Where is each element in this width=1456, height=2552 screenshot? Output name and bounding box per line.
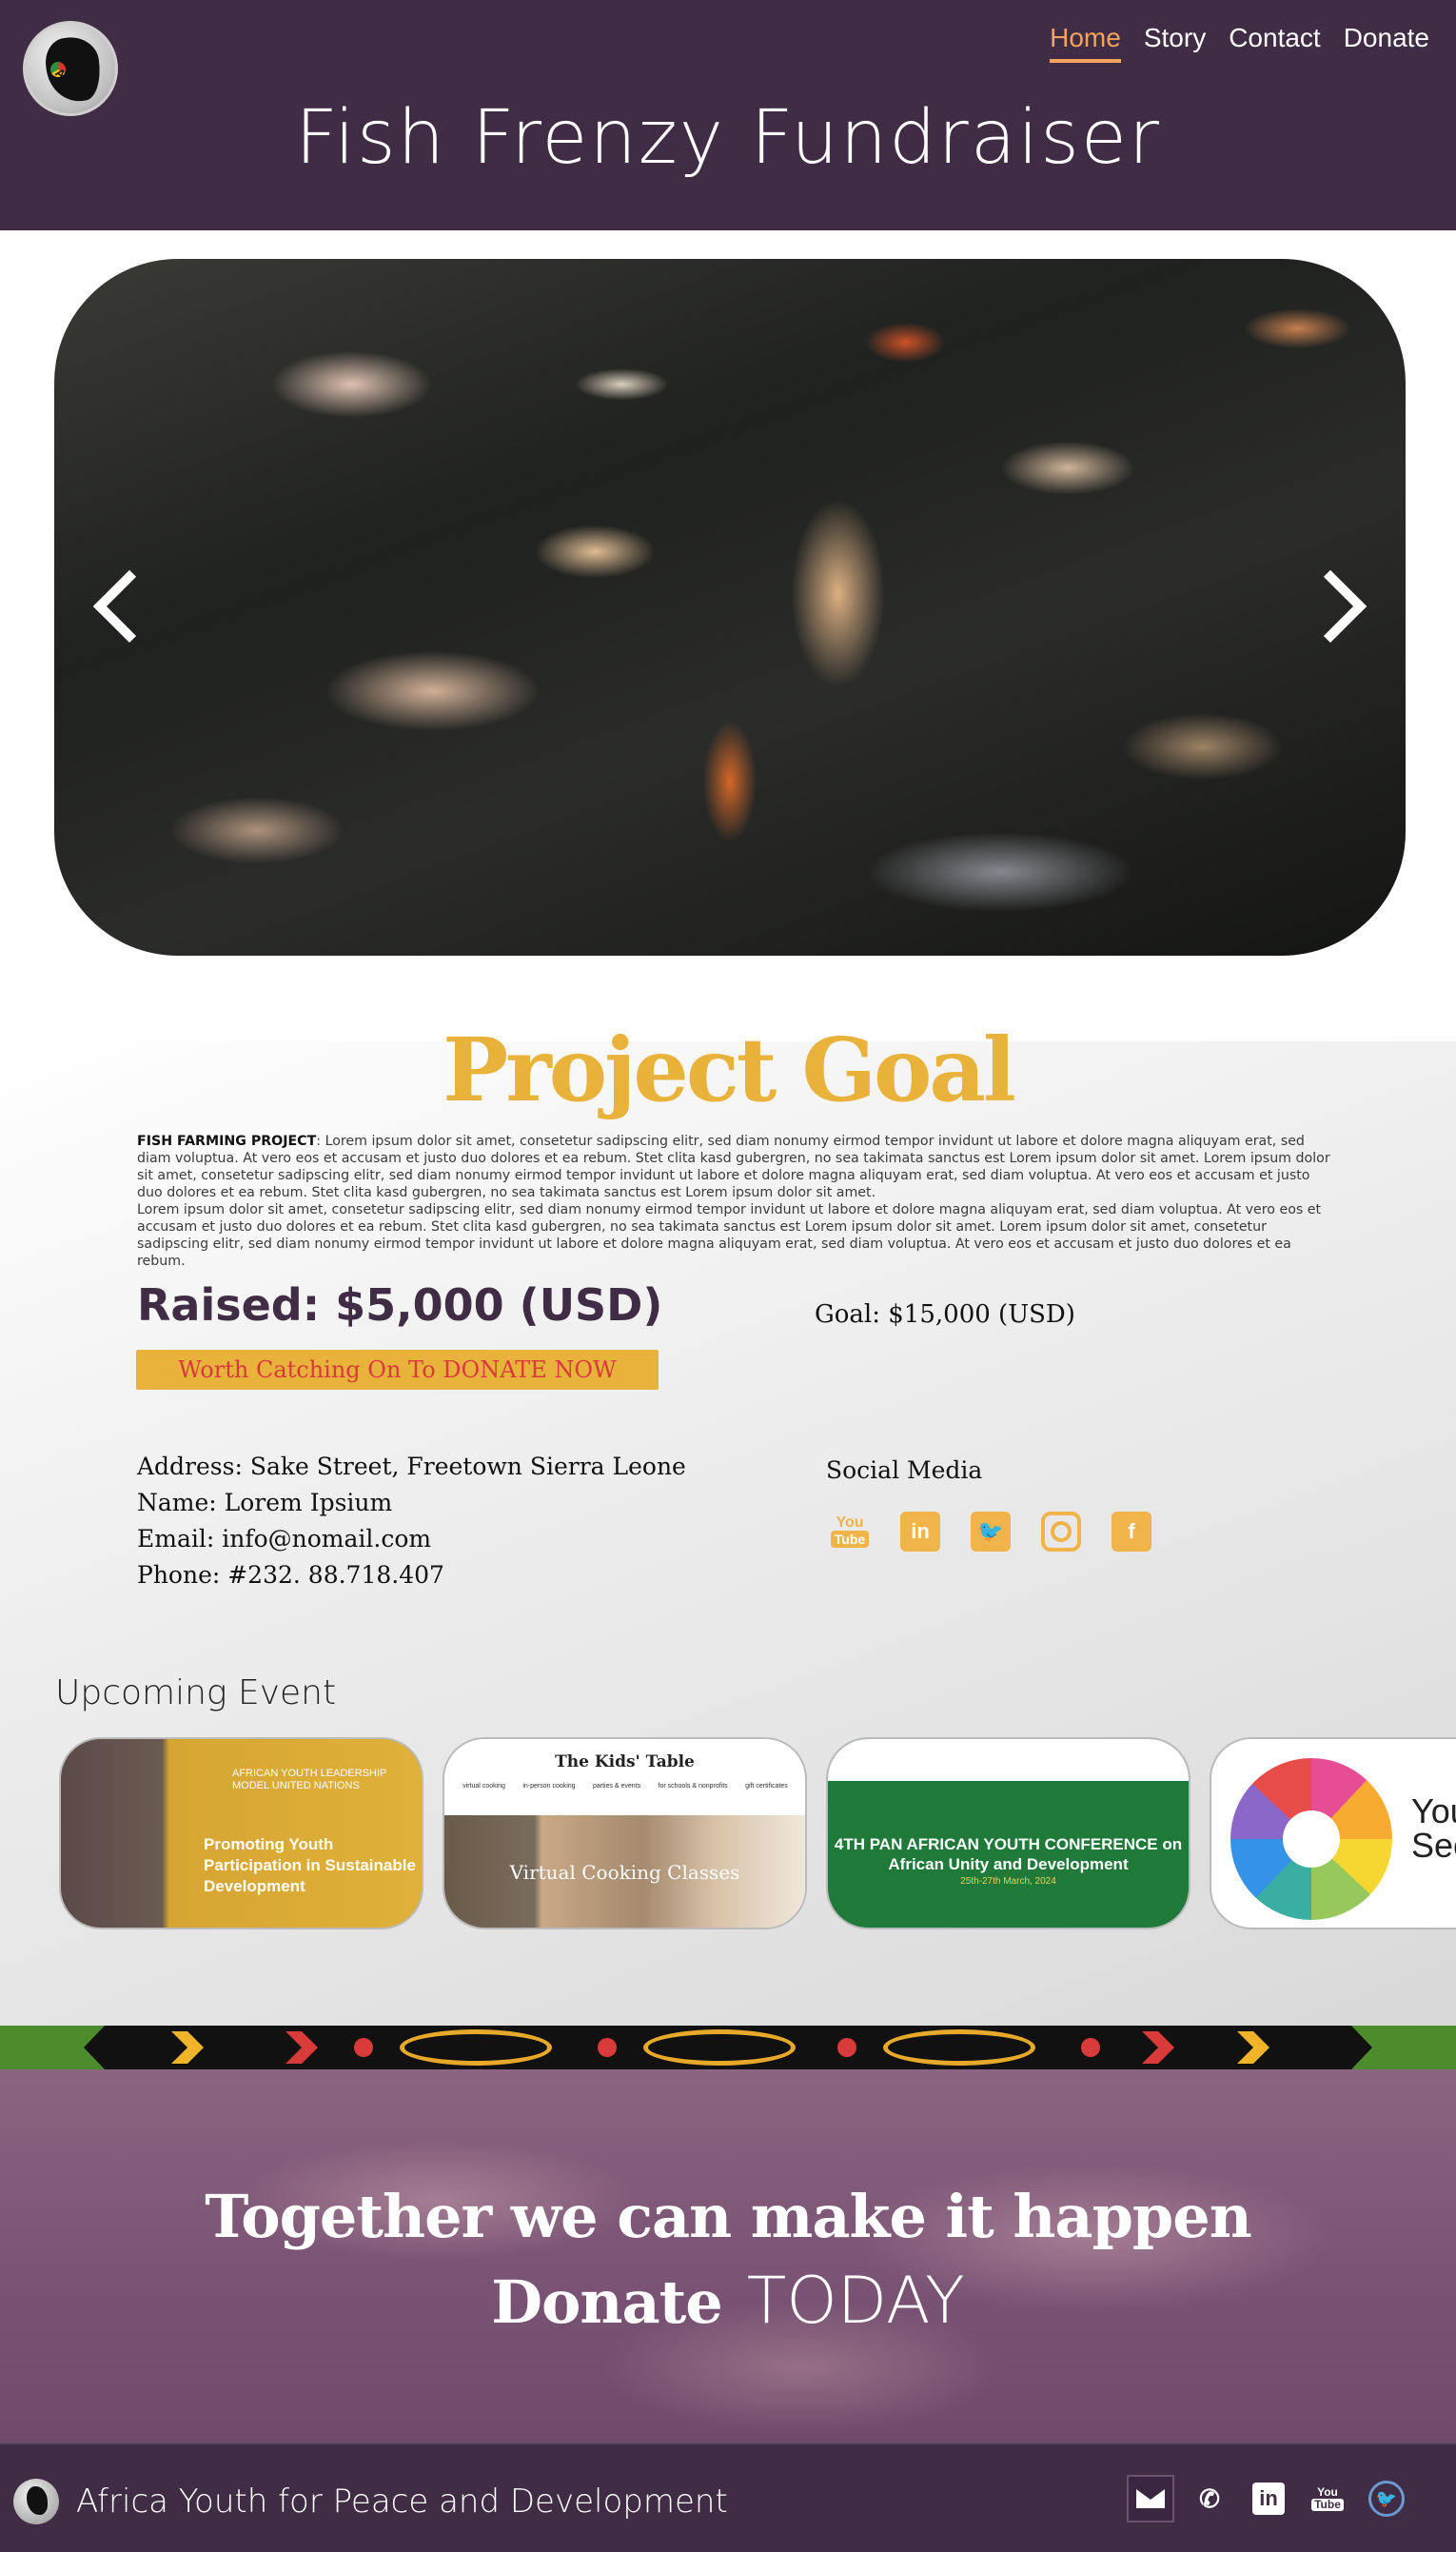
- event-card-header: AFRICAN YOUTH LEADERSHIP MODEL UNITED NA…: [232, 1768, 387, 1791]
- nav-contact[interactable]: Contact: [1229, 23, 1321, 63]
- hero-carousel: [54, 259, 1406, 956]
- band-chevron: [285, 2031, 318, 2064]
- event-menu-item: gift certificates: [745, 1783, 788, 1790]
- youtube-icon-bottom: Tube: [1311, 2499, 1344, 2511]
- youtube-icon[interactable]: You Tube: [830, 1512, 870, 1552]
- event-menu-item: parties & events: [592, 1783, 641, 1790]
- main-nav: Home Story Contact Donate: [1050, 23, 1429, 63]
- hands-circle-logo: [1230, 1758, 1392, 1920]
- cta-today: TODAY: [746, 2264, 965, 2339]
- footer-icons: ✆ in You Tube 🐦: [1127, 2475, 1410, 2522]
- band-chevron: [171, 2031, 204, 2064]
- site-footer: Africa Youth for Peace and Development ✆…: [0, 2443, 1456, 2552]
- contact-phone[interactable]: Phone: #232. 88.718.407: [137, 1557, 686, 1593]
- band-wave: [643, 2029, 796, 2066]
- band-green-right: [1351, 2026, 1456, 2069]
- linkedin-icon[interactable]: in: [900, 1512, 940, 1552]
- nav-donate[interactable]: Donate: [1344, 23, 1429, 63]
- event-card-caption: Promoting Youth Participation in Sustain…: [204, 1835, 416, 1895]
- band-chevron: [1142, 2031, 1174, 2064]
- footer-logo[interactable]: [13, 2479, 59, 2524]
- mail-icon[interactable]: [1127, 2475, 1174, 2522]
- event-card-date: 25th-27th March, 2024: [960, 1876, 1056, 1887]
- events-carousel: AFRICAN YOUTH LEADERSHIP MODEL UNITED NA…: [59, 1737, 1456, 1929]
- band-dot: [1081, 2038, 1100, 2057]
- mail-glyph: [1136, 2489, 1165, 2508]
- donate-cta-section: [0, 2069, 1456, 2443]
- twitter-glyph: 🐦: [1368, 2481, 1405, 2517]
- twitter-icon[interactable]: 🐦: [971, 1512, 1011, 1552]
- contact-name: Name: Lorem Ipsium: [137, 1489, 393, 1516]
- upcoming-event-heading: Upcoming Event: [55, 1673, 337, 1712]
- social-media-heading: Social Media: [826, 1456, 983, 1484]
- instagram-icon[interactable]: [1041, 1512, 1081, 1552]
- band-wave: [883, 2029, 1035, 2066]
- phone-icon[interactable]: ✆: [1186, 2475, 1233, 2522]
- cta-donate-today[interactable]: Donate TODAY: [0, 2264, 1456, 2339]
- event-card-caption: 4TH PAN AFRICAN YOUTH CONFERENCE on Afri…: [834, 1835, 1183, 1873]
- event-menu-item: for schools & nonprofits: [658, 1783, 728, 1790]
- project-description: FISH FARMING PROJECT: Lorem ipsum dolor …: [137, 1133, 1338, 1270]
- event-menu-item: virtual cooking: [462, 1783, 505, 1790]
- nav-home[interactable]: Home: [1050, 23, 1121, 63]
- goal-amount: Goal: $15,000 (USD): [815, 1300, 1075, 1329]
- event-menu-item: in-person cooking: [522, 1783, 576, 1790]
- raised-amount: Raised: $5,000 (USD): [137, 1279, 663, 1331]
- kente-divider: [0, 2026, 1456, 2069]
- band-chevron: [1237, 2031, 1269, 2064]
- footer-org-name: Africa Youth for Peace and Development: [76, 2483, 728, 2521]
- event-card-banner: [828, 1739, 1189, 1781]
- band-green-left: [0, 2026, 105, 2069]
- youtube-icon[interactable]: You Tube: [1304, 2475, 1351, 2522]
- chevron-right-icon[interactable]: [1293, 569, 1367, 643]
- event-card-menu: virtual cooking in-person cooking partie…: [454, 1783, 797, 1790]
- project-lead: FISH FARMING PROJECT: [137, 1134, 317, 1149]
- band-dot: [598, 2038, 617, 2057]
- facebook-icon[interactable]: f: [1112, 1512, 1151, 1552]
- band-wave: [400, 2029, 552, 2066]
- linkedin-glyph: in: [1252, 2483, 1285, 2515]
- event-card-youth-leadership[interactable]: AFRICAN YOUTH LEADERSHIP MODEL UNITED NA…: [59, 1737, 423, 1929]
- project-goal-heading: Project Goal: [443, 1019, 1016, 1121]
- event-card-caption: You Pea Sec: [1411, 1791, 1456, 1865]
- page-title: Fish Frenzy Fundraiser: [295, 95, 1161, 181]
- project-paragraph-2: Lorem ipsum dolor sit amet, consetetur s…: [137, 1202, 1322, 1269]
- linkedin-icon[interactable]: in: [1245, 2475, 1292, 2522]
- event-card-youth-peace[interactable]: You Pea Sec: [1210, 1737, 1456, 1929]
- twitter-icon[interactable]: 🐦: [1363, 2475, 1410, 2522]
- cta-headline: Together we can make it happen: [205, 2182, 1252, 2251]
- band-dot: [354, 2038, 373, 2057]
- band-dot: [837, 2038, 856, 2057]
- youtube-icon-top: You: [836, 1514, 864, 1531]
- youtube-icon-bottom: Tube: [830, 1531, 870, 1548]
- contact-email[interactable]: Email: info@nomail.com: [137, 1521, 686, 1557]
- event-card-title: The Kids' Table: [555, 1752, 695, 1771]
- project-paragraph-1-text: : Lorem ipsum dolor sit amet, consetetur…: [137, 1134, 1330, 1200]
- donate-now-button[interactable]: Worth Catching On To DONATE NOW: [136, 1350, 659, 1390]
- nav-story[interactable]: Story: [1144, 23, 1206, 63]
- cta-donate: Donate: [491, 2267, 722, 2337]
- event-card-pan-african-conference[interactable]: 4TH PAN AFRICAN YOUTH CONFERENCE on Afri…: [826, 1737, 1190, 1929]
- social-icons: You Tube in 🐦 f: [830, 1512, 1151, 1552]
- contact-address: Address: Sake Street, Freetown Sierra Le…: [137, 1453, 686, 1480]
- site-header: AYPAD Home Story Contact Donate Fish Fre…: [0, 0, 1456, 230]
- contact-info: Address: Sake Street, Freetown Sierra Le…: [137, 1449, 686, 1593]
- event-card-kids-table[interactable]: The Kids' Table virtual cooking in-perso…: [443, 1737, 807, 1929]
- project-paragraph-1: FISH FARMING PROJECT: Lorem ipsum dolor …: [137, 1133, 1338, 1201]
- event-card-caption: Virtual Cooking Classes: [509, 1861, 740, 1884]
- chevron-left-icon[interactable]: [92, 569, 167, 643]
